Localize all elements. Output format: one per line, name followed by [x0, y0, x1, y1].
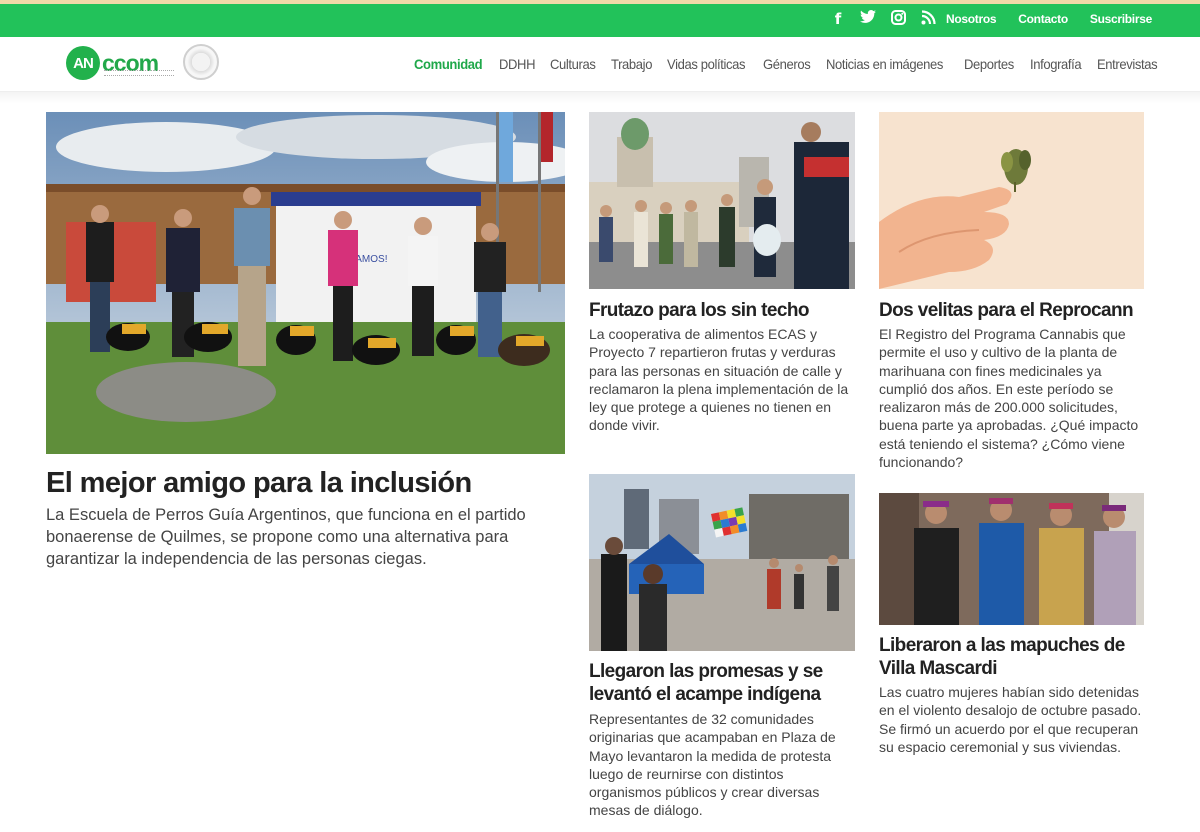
- nav-ddhh[interactable]: DDHH: [499, 56, 535, 72]
- frutazo-title[interactable]: Frutazo para los sin techo: [589, 299, 855, 322]
- reprocann-image[interactable]: [879, 112, 1144, 289]
- acampe-title[interactable]: Llegaron las promesas y se levantó el ac…: [589, 660, 855, 706]
- anccom-logo[interactable]: AN ccom: [66, 45, 174, 81]
- mapuches-summary: Las cuatro mujeres habían sido detenidas…: [879, 684, 1142, 755]
- nav-trabajo[interactable]: Trabajo: [611, 56, 652, 72]
- suscribirse-link[interactable]: Suscribirse: [1090, 12, 1152, 26]
- main-article-image[interactable]: ¡VAMOS!: [46, 112, 565, 454]
- nav-comunidad[interactable]: Comunidad: [414, 56, 483, 72]
- nav-culturas[interactable]: Culturas: [550, 56, 596, 72]
- acampe-image[interactable]: [589, 474, 855, 651]
- mapuches-image[interactable]: [879, 493, 1144, 625]
- top-links: Nosotros Contacto Suscribirse: [946, 12, 1174, 26]
- rss-icon[interactable]: [913, 10, 943, 28]
- facebook-icon[interactable]: f: [823, 10, 853, 28]
- frutazo-summary: La cooperativa de alimentos ECAS y Proye…: [589, 326, 849, 434]
- nav-deportes[interactable]: Deportes: [964, 56, 1014, 72]
- acampe-summary: Representantes de 32 comunidades origina…: [589, 711, 836, 819]
- nav-noticias-en-imagenes[interactable]: Noticias en imágenes: [826, 56, 943, 72]
- nosotros-link[interactable]: Nosotros: [946, 12, 997, 26]
- main-article-title[interactable]: El mejor amigo para la inclusión: [46, 466, 565, 500]
- nav-infografia[interactable]: Infografía: [1030, 56, 1082, 72]
- social-links: f: [823, 10, 943, 28]
- reprocann-summary: El Registro del Programa Cannabis que pe…: [879, 326, 1139, 471]
- reprocann-title[interactable]: Dos velitas para el Reprocann: [879, 299, 1144, 322]
- logo-mark: AN: [66, 46, 100, 80]
- twitter-icon[interactable]: [853, 10, 883, 28]
- logo-subtitle: [104, 70, 174, 76]
- header-shadow: [0, 92, 1200, 104]
- main-article-summary: La Escuela de Perros Guía Argentinos, qu…: [46, 506, 526, 568]
- instagram-icon[interactable]: [883, 10, 913, 28]
- top-bar: f Nosotros Contacto Suscribirse: [0, 0, 1200, 37]
- nav-vidas-politicas[interactable]: Vidas políticas: [667, 56, 746, 72]
- mapuches-title[interactable]: Liberaron a las mapuches de Villa Mascar…: [879, 634, 1144, 680]
- nav-entrevistas[interactable]: Entrevistas: [1097, 56, 1158, 72]
- contacto-link[interactable]: Contacto: [1018, 12, 1068, 26]
- frutazo-image[interactable]: [589, 112, 855, 289]
- nav-generos[interactable]: Géneros: [763, 56, 811, 72]
- university-seal-icon: [183, 44, 219, 80]
- main-nav: Comunidad DDHH Culturas Trabajo Vidas po…: [414, 56, 1174, 72]
